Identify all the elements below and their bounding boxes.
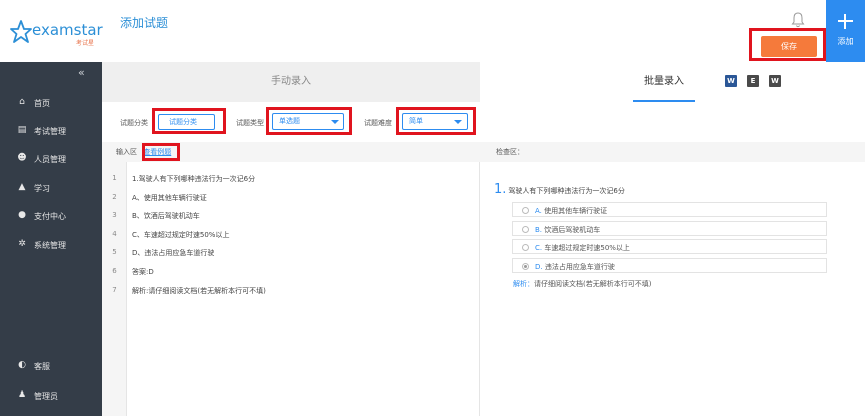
filter-bar-right — [480, 102, 865, 142]
sidebar-item-label: 人员管理 — [34, 155, 66, 164]
editor-line: 7 解析:请仔细阅读文档(若无解析本行可不填) — [112, 286, 266, 295]
question-text: 驾驶人有下列哪种违法行为一次记6分 — [508, 187, 625, 195]
sidebar-item-label: 支付中心 — [34, 212, 66, 221]
main-content: 手动录入 批量录入 W E W 试题分类 试题分类 试题类型 单选题 试题难度 … — [102, 62, 865, 416]
editor-line: 3 B、饮酒后驾驶机动车 — [112, 211, 200, 220]
sidebar-item-label: 学习 — [34, 184, 50, 193]
doc-file-icon[interactable]: W — [769, 75, 781, 87]
users-icon: ☻ — [17, 153, 27, 163]
clipboard-icon: ▤ — [17, 125, 27, 135]
batch-tab-area: 批量录入 W E W — [480, 62, 865, 102]
excel-file-icon[interactable]: E — [747, 75, 759, 87]
sidebar-item-learning[interactable]: ▲ 学习 — [0, 178, 102, 198]
word-file-icon[interactable]: W — [725, 75, 737, 87]
bell-icon[interactable] — [791, 12, 805, 28]
type-label: 试题类型 — [236, 119, 264, 127]
sidebar-item-home[interactable]: ⌂ 首页 — [0, 93, 102, 113]
sidebar: « ⌂ 首页 ▤ 考试管理 ☻ 人员管理 ▲ 学习 ● 支付中心 ✲ 系统管理 … — [0, 62, 102, 416]
home-icon: ⌂ — [19, 97, 25, 107]
option-d[interactable]: D. 违法占用应急车道行驶 — [512, 258, 827, 273]
sidebar-item-label: 系统管理 — [34, 241, 66, 250]
sidebar-item-label: 首页 — [34, 99, 50, 108]
question-type-select[interactable]: 单选题 — [272, 113, 344, 130]
check-preview: 1. 驾驶人有下列哪种违法行为一次记6分 A. 使用其他车辆行驶证 B. 饮酒后驾… — [480, 162, 865, 416]
add-button-label: 添加 — [837, 37, 854, 46]
example-link-highlight — [142, 143, 180, 161]
check-area-label: 检查区： — [496, 148, 524, 156]
filter-bar: 试题分类 试题分类 试题类型 单选题 试题难度 简单 — [102, 102, 480, 142]
headset-icon: ◐ — [18, 360, 26, 370]
input-area-label: 输入区 — [116, 148, 137, 156]
page-title: 添加试题 — [120, 16, 169, 30]
radio-button[interactable] — [522, 226, 529, 233]
tab-manual-entry[interactable]: 手动录入 — [102, 62, 480, 102]
option-a[interactable]: A. 使用其他车辆行驶证 — [512, 202, 827, 217]
entry-tabs: 手动录入 批量录入 W E W — [102, 62, 865, 102]
radio-button[interactable] — [522, 207, 529, 214]
brand-subtitle: 考试星 — [76, 40, 95, 47]
sidebar-item-people-management[interactable]: ☻ 人员管理 — [0, 149, 102, 169]
gears-icon: ✲ — [18, 239, 26, 249]
question-title: 1. 驾驶人有下列哪种违法行为一次记6分 — [494, 182, 625, 197]
tab-batch-entry[interactable]: 批量录入 — [633, 62, 695, 102]
option-c[interactable]: C. 车速超过规定时速50%以上 — [512, 239, 827, 254]
question-type-value: 单选题 — [279, 117, 300, 125]
editor-line: 5 D、违法占用应急车道行驶 — [112, 248, 215, 257]
editor-line: 2 A、使用其他车辆行驶证 — [112, 193, 207, 202]
sidebar-item-payment-center[interactable]: ● 支付中心 — [0, 206, 102, 226]
collapse-icon[interactable]: « — [78, 66, 85, 79]
sidebar-item-label: 管理员 — [34, 392, 58, 401]
analysis-text: 解析：请仔细阅读文档(若无解析本行可不填) — [513, 280, 652, 288]
brand-name: examstar — [32, 21, 103, 39]
wallet-icon: ● — [18, 210, 26, 220]
radio-button-selected[interactable] — [522, 263, 529, 270]
save-button[interactable]: 保存 — [761, 36, 817, 57]
sidebar-item-customer-service[interactable]: ◐ 客服 — [0, 356, 102, 376]
difficulty-label: 试题难度 — [364, 119, 392, 127]
top-bar: examstar 考试星 添加试题 保存 添加 — [0, 0, 865, 62]
category-label: 试题分类 — [120, 119, 148, 127]
add-button[interactable]: 添加 — [826, 0, 865, 62]
question-number: 1. — [494, 182, 507, 197]
graduation-cap-icon: ▲ — [18, 182, 26, 192]
star-logo-icon — [10, 20, 32, 43]
logo[interactable]: examstar 考试星 — [10, 20, 103, 47]
category-button[interactable]: 试题分类 — [158, 114, 215, 130]
editor-line: 4 C、车速超过规定时速50%以上 — [112, 230, 230, 239]
check-area-header: 检查区： — [496, 142, 856, 162]
option-b[interactable]: B. 饮酒后驾驶机动车 — [512, 221, 827, 236]
chevron-down-icon — [454, 120, 462, 124]
sidebar-item-admin[interactable]: ♟ 管理员 — [0, 386, 102, 406]
plus-icon — [838, 14, 853, 29]
radio-button[interactable] — [522, 244, 529, 251]
editor-line: 6 答案:D — [112, 267, 154, 276]
sidebar-item-system-management[interactable]: ✲ 系统管理 — [0, 235, 102, 255]
sidebar-item-label: 考试管理 — [34, 127, 66, 136]
input-editor[interactable]: 1 1.驾驶人有下列哪种违法行为一次记6分 2 A、使用其他车辆行驶证 3 B、饮酒后… — [102, 162, 480, 416]
sidebar-item-label: 客服 — [34, 362, 50, 371]
chevron-down-icon — [331, 120, 339, 124]
sidebar-item-exam-management[interactable]: ▤ 考试管理 — [0, 121, 102, 141]
difficulty-value: 简单 — [409, 117, 423, 125]
difficulty-select[interactable]: 简单 — [402, 113, 468, 130]
editor-line: 1 1.驾驶人有下列哪种违法行为一次记6分 — [112, 174, 256, 183]
user-icon: ♟ — [17, 390, 27, 400]
